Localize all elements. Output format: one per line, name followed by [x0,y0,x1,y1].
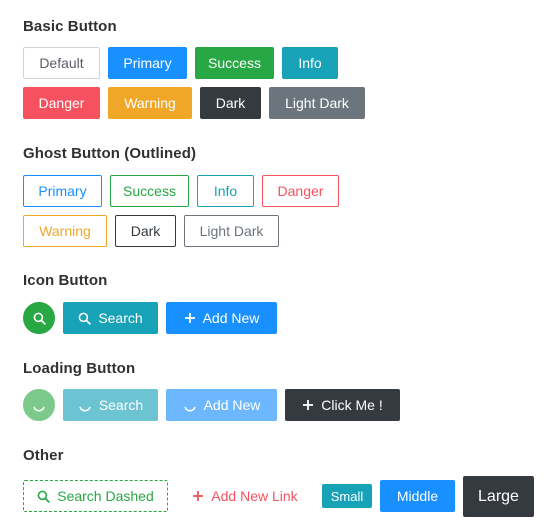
add-new-link-label: Add New Link [211,488,298,504]
small-button[interactable]: Small [322,484,372,508]
search-dashed-button[interactable]: Search Dashed [23,480,168,512]
loading-search-button[interactable]: Search [63,389,158,421]
loading-add-new-button[interactable]: Add New [166,389,277,421]
loading-spinner-icon [183,398,197,412]
ghost-danger-button[interactable]: Danger [262,175,339,207]
loading-add-new-label: Add New [203,397,261,413]
light-dark-button[interactable]: Light Dark [269,87,365,119]
click-me-label: Click Me ! [321,397,383,413]
section-title-icon: Icon Button [23,272,108,289]
click-me-button[interactable]: Click Me ! [285,389,400,421]
search-icon [37,490,50,503]
section-title-ghost: Ghost Button (Outlined) [23,145,197,162]
loading-spinner-icon [78,398,92,412]
section-title-other: Other [23,447,64,464]
search-button-label: Search [98,310,143,326]
add-new-link-button[interactable]: Add New Link [178,480,312,512]
loading-spinner-icon [32,398,46,412]
add-new-button[interactable]: Add New [166,302,277,334]
info-button[interactable]: Info [282,47,338,79]
primary-button[interactable]: Primary [108,47,187,79]
plus-icon [302,399,314,411]
dark-button[interactable]: Dark [200,87,261,119]
ghost-warning-button[interactable]: Warning [23,215,107,247]
warning-button[interactable]: Warning [108,87,192,119]
success-button[interactable]: Success [195,47,274,79]
large-button[interactable]: Large [463,476,534,517]
ghost-light-dark-button[interactable]: Light Dark [184,215,279,247]
section-title-loading: Loading Button [23,360,136,377]
search-dashed-label: Search Dashed [57,488,154,504]
plus-icon [192,490,204,502]
search-button[interactable]: Search [63,302,158,334]
default-button[interactable]: Default [23,47,100,79]
middle-button[interactable]: Middle [380,480,455,512]
add-new-button-label: Add New [202,310,260,326]
search-icon [78,312,92,325]
search-icon [33,312,46,325]
section-title-basic: Basic Button [23,18,117,35]
ghost-primary-button[interactable]: Primary [23,175,102,207]
loading-search-label: Search [98,397,144,413]
danger-button[interactable]: Danger [23,87,100,119]
ghost-success-button[interactable]: Success [110,175,189,207]
search-circle-button[interactable] [23,302,55,334]
loading-circle-button[interactable] [23,389,55,421]
ghost-info-button[interactable]: Info [197,175,254,207]
plus-icon [184,312,196,324]
ghost-dark-button[interactable]: Dark [115,215,176,247]
